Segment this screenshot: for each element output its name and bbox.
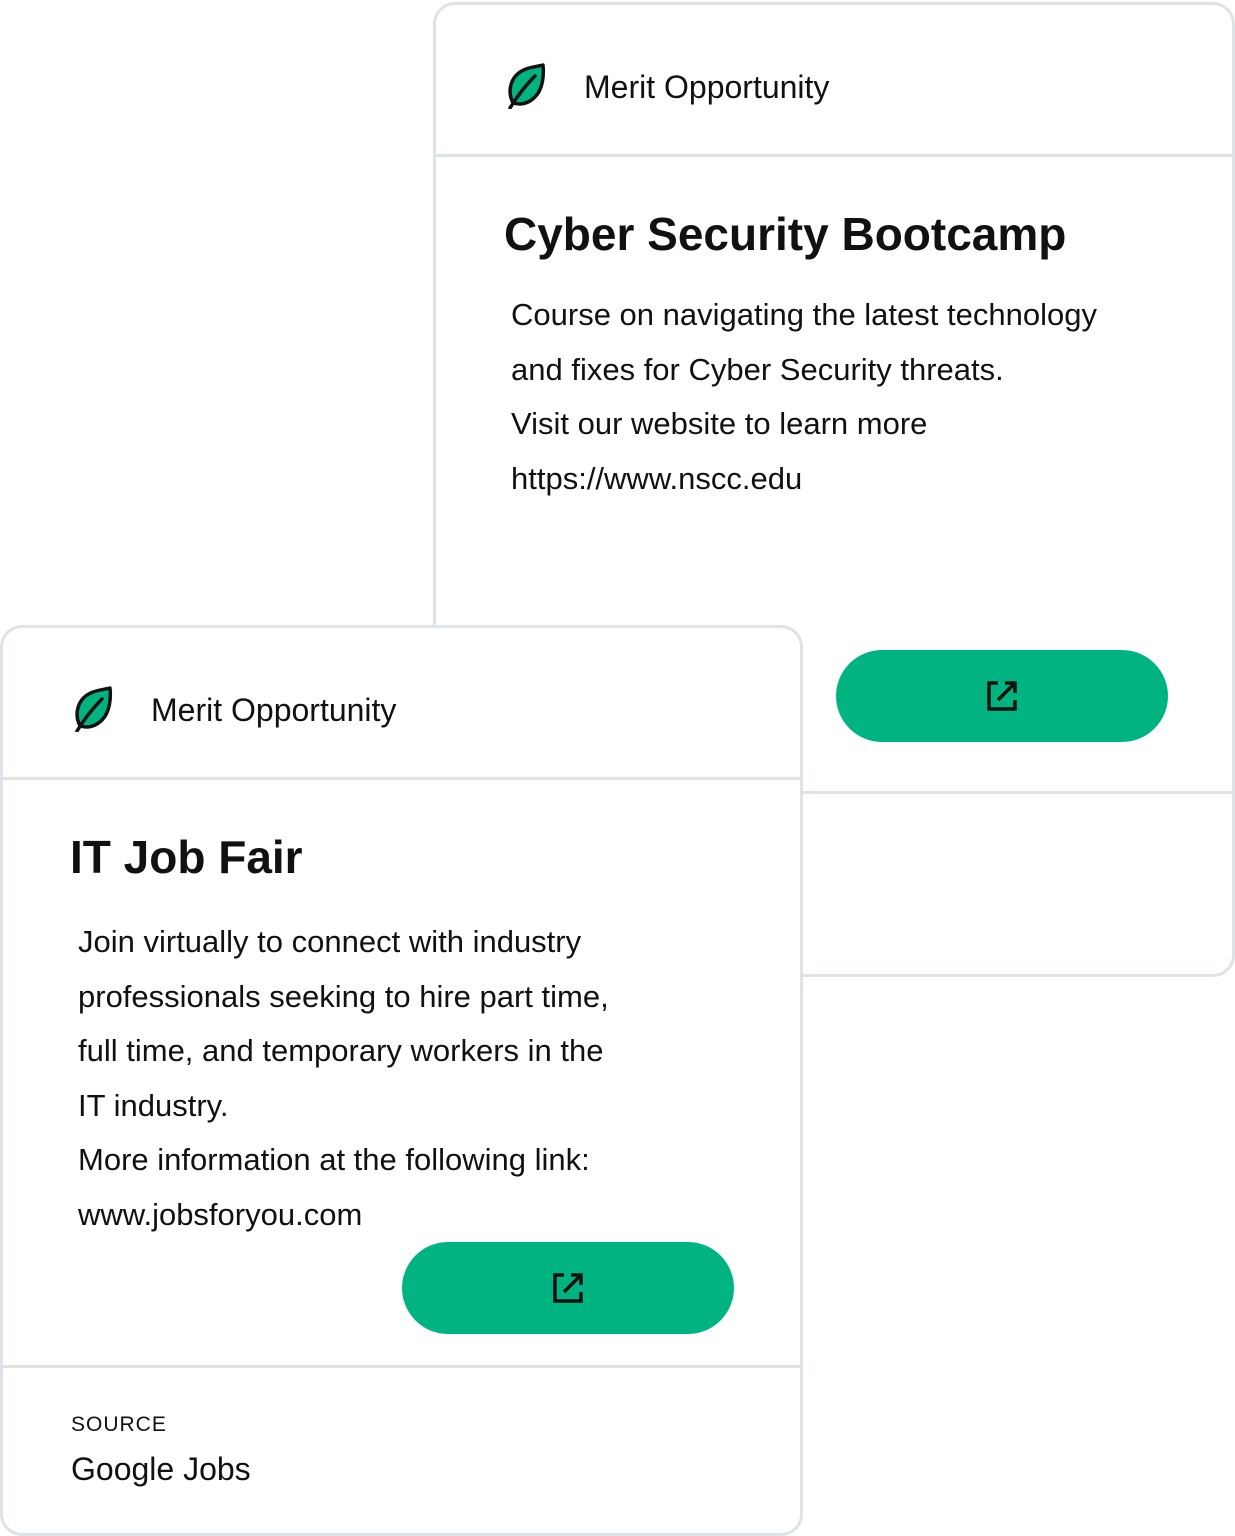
leaf-icon: [75, 686, 113, 732]
card-category-label: Merit Opportunity: [151, 692, 397, 728]
description-line: IT industry.: [78, 1087, 229, 1123]
external-link-icon: [553, 1273, 583, 1303]
card-header: Merit Opportunity: [3, 628, 800, 780]
description-line: Course on navigating the latest technolo…: [511, 297, 1097, 332]
open-link-button[interactable]: [402, 1242, 734, 1334]
description-line: and fixes for Cyber Security threats.: [511, 351, 1004, 387]
card-header: Merit Opportunity: [436, 5, 1232, 157]
card-divider: [3, 1365, 800, 1368]
description-line: Join virtually to connect with industry: [78, 924, 582, 959]
description-line: Visit our website to learn more: [511, 406, 928, 441]
card-title: Cyber Security Bootcamp: [504, 208, 1067, 260]
description-link[interactable]: https://www.nscc.edu: [511, 452, 1097, 507]
card-title: IT Job Fair: [70, 831, 303, 883]
description-link[interactable]: www.jobsforyou.com: [78, 1188, 609, 1243]
source-value: Google Jobs: [71, 1451, 251, 1487]
source-label: SOURCE: [71, 1413, 167, 1436]
description-line: full time, and temporary workers in the: [78, 1033, 604, 1068]
external-link-icon: [987, 681, 1017, 711]
open-link-button[interactable]: [836, 650, 1168, 742]
description-line: professionals seeking to hire part time,: [78, 978, 609, 1014]
card-description: Join virtually to connect with industry …: [78, 915, 609, 1242]
card-description: Course on navigating the latest technolo…: [511, 288, 1097, 506]
card-category-label: Merit Opportunity: [584, 69, 830, 105]
description-line: More information at the following link:: [78, 1142, 590, 1177]
leaf-icon: [508, 63, 546, 109]
opportunity-card-it-job-fair: Merit Opportunity IT Job Fair Join virtu…: [0, 625, 803, 1536]
